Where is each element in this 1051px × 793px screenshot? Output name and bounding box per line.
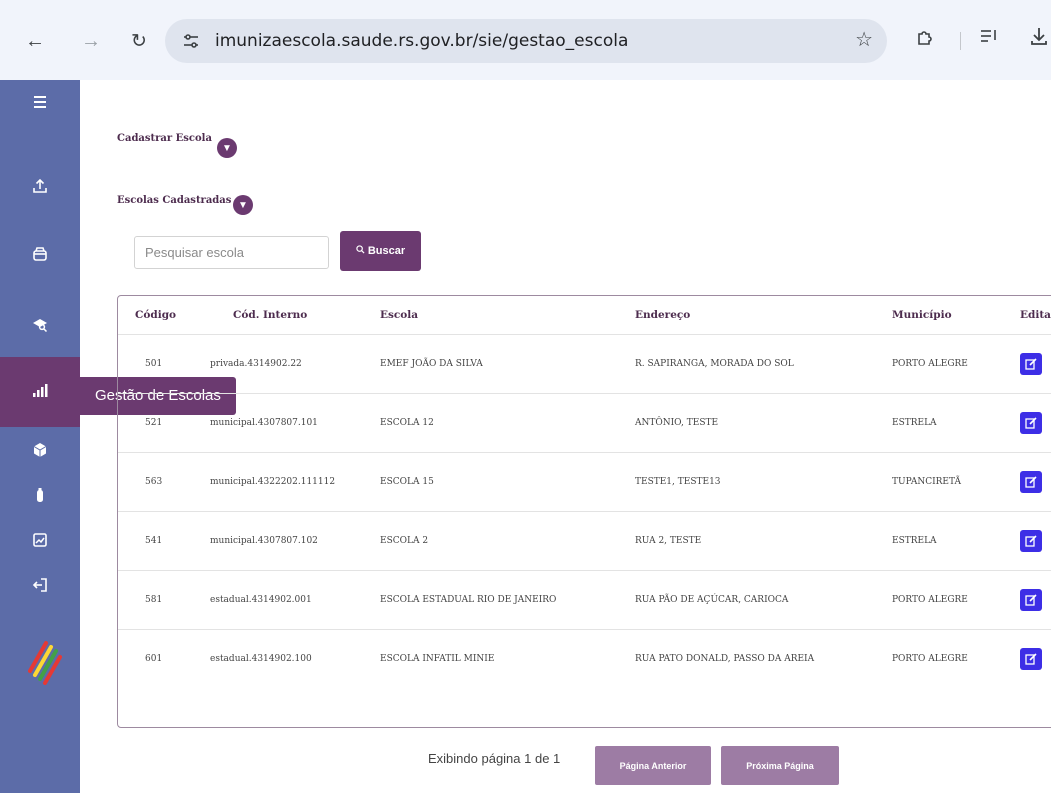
edit-button[interactable] — [1020, 529, 1042, 552]
cell-cod-interno: municipal.4322202.111112 — [193, 452, 363, 512]
cell-escola: ESCOLA 12 — [363, 393, 618, 453]
cell-codigo: 501 — [118, 334, 193, 394]
cell-editar — [1003, 334, 1051, 394]
cell-codigo: 521 — [118, 393, 193, 453]
report-icon[interactable] — [0, 520, 80, 560]
cell-escola: ESCOLA 2 — [363, 511, 618, 571]
cell-escola: ESCOLA 15 — [363, 452, 618, 512]
puzzle-icon[interactable] — [915, 28, 935, 54]
table-header-row: Código Cód. Interno Escola Endereço Muni… — [118, 296, 1051, 335]
previous-page-button[interactable]: Página Anterior — [595, 746, 711, 785]
cell-endereco: RUA PATO DONALD, PASSO DA AREIA — [635, 653, 815, 664]
logo — [28, 635, 62, 685]
cell-cod-interno: estadual.4314902.100 — [210, 653, 312, 664]
cell-cod-interno: municipal.4307807.101 — [193, 393, 363, 453]
edit-icon — [1025, 593, 1037, 606]
cell-editar — [1003, 393, 1051, 453]
sidebar-item-gestao-escolas[interactable] — [0, 357, 80, 427]
column-header-municipio: Município — [875, 296, 1003, 335]
search-school-icon[interactable] — [0, 304, 80, 344]
star-icon[interactable]: ☆ — [855, 27, 873, 52]
edit-button[interactable] — [1020, 647, 1042, 670]
cell-cod-interno: privada.4314902.22 — [193, 334, 363, 394]
toolbar-divider — [960, 32, 961, 50]
cell-codigo: 541 — [118, 511, 193, 571]
table-row: 563 municipal.4322202.111112 ESCOLA 15 T… — [118, 452, 1051, 512]
cell-municipio: ESTRELA — [875, 511, 1003, 571]
cell-endereco: RUA PÃO DE AÇÚCAR, CARIOCA — [618, 570, 875, 630]
column-header-editar: Editar — [1003, 296, 1051, 335]
menu-icon[interactable] — [0, 82, 80, 122]
registered-schools-label[interactable]: Escolas Cadastradas — [117, 195, 231, 206]
table-row: 581 estadual.4314902.001 ESCOLA ESTADUAL… — [118, 570, 1051, 630]
cell-codigo: 601 — [145, 653, 163, 664]
edit-button[interactable] — [1020, 352, 1042, 375]
search-input[interactable] — [134, 236, 329, 269]
table-row: 521 municipal.4307807.101 ESCOLA 12 ANTÔ… — [118, 393, 1051, 453]
cell-cod-interno: municipal.4307807.102 — [193, 511, 363, 571]
cell-municipio: ESTRELA — [875, 393, 1003, 453]
cell-municipio: PORTO ALEGRE — [875, 334, 1003, 394]
pagination-status: Exibindo página 1 de 1 — [428, 751, 561, 766]
cell-editar — [1003, 452, 1051, 512]
edit-icon — [1025, 416, 1037, 429]
browser-toolbar: ← → ↻ imunizaescola.saude.rs.gov.br/sie/… — [0, 0, 1051, 80]
cube-icon[interactable] — [0, 430, 80, 470]
sidebar — [0, 80, 80, 793]
table-row: 501 privada.4314902.22 EMEF JOÃO DA SILV… — [118, 334, 1051, 394]
cell-endereco: ANTÔNIO, TESTE — [618, 393, 875, 453]
cell-municipio: PORTO ALEGRE — [875, 570, 1003, 630]
chevron-down-icon[interactable]: ▼ — [217, 138, 237, 158]
search-icon — [356, 245, 365, 257]
table-row: 541 municipal.4307807.102 ESCOLA 2 RUA 2… — [118, 511, 1051, 571]
register-school-label[interactable]: Cadastrar Escola — [117, 133, 212, 144]
edit-button[interactable] — [1020, 588, 1042, 611]
cell-escola: ESCOLA ESTADUAL RIO DE JANEIRO — [363, 570, 618, 630]
cell-codigo: 563 — [118, 452, 193, 512]
archive-icon[interactable] — [0, 234, 80, 274]
cell-endereco: R. SAPIRANGA, MORADA DO SOL — [618, 334, 875, 394]
edit-icon — [1025, 475, 1037, 488]
cell-escola: EMEF JOÃO DA SILVA — [363, 334, 618, 394]
edit-icon — [1025, 534, 1037, 547]
cell-editar — [1003, 629, 1051, 688]
upload-icon[interactable] — [0, 166, 80, 206]
reading-list-icon[interactable] — [980, 28, 998, 49]
chevron-down-icon[interactable]: ▼ — [233, 195, 253, 215]
tune-icon[interactable] — [179, 29, 203, 53]
cell-municipio: TUPANCIRETÃ — [875, 452, 1003, 512]
edit-button[interactable] — [1020, 470, 1042, 493]
column-header-codigo: Código — [118, 296, 193, 335]
download-icon[interactable] — [1030, 26, 1048, 52]
cell-editar — [1003, 511, 1051, 571]
url-text[interactable]: imunizaescola.saude.rs.gov.br/sie/gestao… — [215, 31, 628, 51]
chart-icon — [32, 382, 48, 403]
cell-cod-interno: estadual.4314902.001 — [193, 570, 363, 630]
arrow-right-icon[interactable]: → — [78, 28, 104, 54]
cell-codigo: 581 — [118, 570, 193, 630]
edit-icon — [1025, 357, 1037, 370]
cell-editar — [1003, 570, 1051, 630]
search-button-label: Buscar — [367, 245, 406, 257]
column-header-escola: Escola — [363, 296, 618, 335]
edit-button[interactable] — [1020, 411, 1042, 434]
next-page-button[interactable]: Próxima Página — [721, 746, 839, 785]
column-header-endereco: Endereço — [618, 296, 875, 335]
vaccine-icon[interactable] — [0, 475, 80, 515]
table-row: 601 estadual.4314902.100 ESCOLA INFATIL … — [118, 629, 1051, 688]
edit-icon — [1025, 653, 1037, 665]
cell-escola: ESCOLA INFATIL MINIE — [380, 653, 495, 664]
column-header-cod-interno: Cód. Interno — [193, 296, 363, 335]
search-button[interactable]: Buscar — [340, 231, 421, 271]
cell-municipio: PORTO ALEGRE — [892, 653, 968, 664]
reload-icon[interactable]: ↻ — [126, 28, 152, 54]
logout-icon[interactable] — [0, 565, 80, 605]
address-bar[interactable]: imunizaescola.saude.rs.gov.br/sie/gestao… — [165, 19, 887, 63]
schools-table: Código Cód. Interno Escola Endereço Muni… — [117, 295, 1051, 728]
cell-endereco: TESTE1, TESTE13 — [618, 452, 875, 512]
cell-endereco: RUA 2, TESTE — [618, 511, 875, 571]
arrow-left-icon[interactable]: ← — [22, 28, 48, 54]
